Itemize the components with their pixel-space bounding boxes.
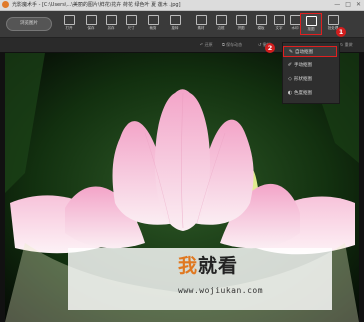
app-icon: [2, 1, 9, 8]
open-icon: [63, 15, 75, 25]
crop-icon: [147, 15, 159, 25]
close-button[interactable]: ✕: [356, 0, 361, 10]
title-bar: 光影魔术手 - [C:\Users\...\美丽的图片\鲜花\花卉 荷花 绿色叶…: [0, 0, 364, 11]
menu-item-manual-cutout[interactable]: ✐ 手动抠图: [286, 60, 336, 71]
tool-save[interactable]: 保存: [80, 13, 102, 35]
tool-resize[interactable]: 尺寸: [120, 13, 142, 35]
tool-frame[interactable]: 边框: [210, 13, 232, 35]
site-watermark: 我就看 www.wojiukan.com: [68, 248, 332, 310]
menu-item-shape-cutout[interactable]: ◇ 形状抠图: [286, 74, 336, 85]
tool-crop[interactable]: 裁剪: [142, 13, 164, 35]
frame-icon: [215, 15, 227, 25]
magic-wand-icon: ✎: [288, 49, 294, 55]
batch-icon: [327, 15, 339, 25]
save-as-icon: [105, 15, 117, 25]
menu-item-chroma-cutout[interactable]: ◐ 色度抠图: [286, 88, 336, 99]
window-controls: — □ ✕: [334, 0, 361, 10]
shape-icon: ◇: [288, 76, 292, 82]
save-icon: [85, 15, 97, 25]
tool-open[interactable]: 打开: [58, 13, 80, 35]
material-icon: [195, 15, 207, 25]
window-title: 光影魔术手 - [C:\Users\...\美丽的图片\鲜花\花卉 荷花 绿色叶…: [12, 2, 181, 8]
watermark-logo: 我就看: [178, 255, 239, 277]
watermark-url: www.wojiukan.com: [178, 286, 264, 295]
watermark-icon: [289, 15, 301, 25]
tool-collage[interactable]: 拼图: [230, 13, 252, 35]
minimize-button[interactable]: —: [334, 0, 340, 10]
save-animation-button[interactable]: ⧉ 保存动态: [222, 38, 242, 52]
chroma-icon: ◐: [287, 90, 293, 96]
step-badge-1: 1: [336, 27, 346, 37]
redo-button[interactable]: ↻ 重做: [340, 38, 353, 52]
text-icon: [273, 15, 285, 25]
revert-button[interactable]: ↶ 还原: [200, 38, 213, 52]
template-icon: [255, 15, 267, 25]
maximize-button[interactable]: □: [345, 0, 351, 10]
tool-cutout[interactable]: 抠图: [300, 13, 322, 35]
step-badge-2: 2: [265, 43, 275, 53]
tool-material[interactable]: 素材: [190, 13, 212, 35]
cutout-dropdown-menu: ✎ 自动抠图 ✐ 手动抠图 ◇ 形状抠图 ◐ 色度抠图: [282, 42, 340, 104]
resize-icon: [125, 15, 137, 25]
rotate-icon: [169, 15, 181, 25]
menu-item-auto-cutout[interactable]: ✎ 自动抠图: [283, 46, 337, 57]
browse-images-button[interactable]: 浏览图片: [6, 17, 52, 31]
main-toolbar: 浏览图片 打开 保存 另存 尺寸 裁剪 旋转 素材 边框 拼图 模板 文字 水印…: [0, 11, 364, 38]
tool-rotate[interactable]: 旋转: [164, 13, 186, 35]
tool-save-as[interactable]: 另存: [100, 13, 122, 35]
cutout-icon: [305, 16, 317, 26]
collage-icon: [235, 15, 247, 25]
brush-icon: ✐: [287, 62, 293, 68]
